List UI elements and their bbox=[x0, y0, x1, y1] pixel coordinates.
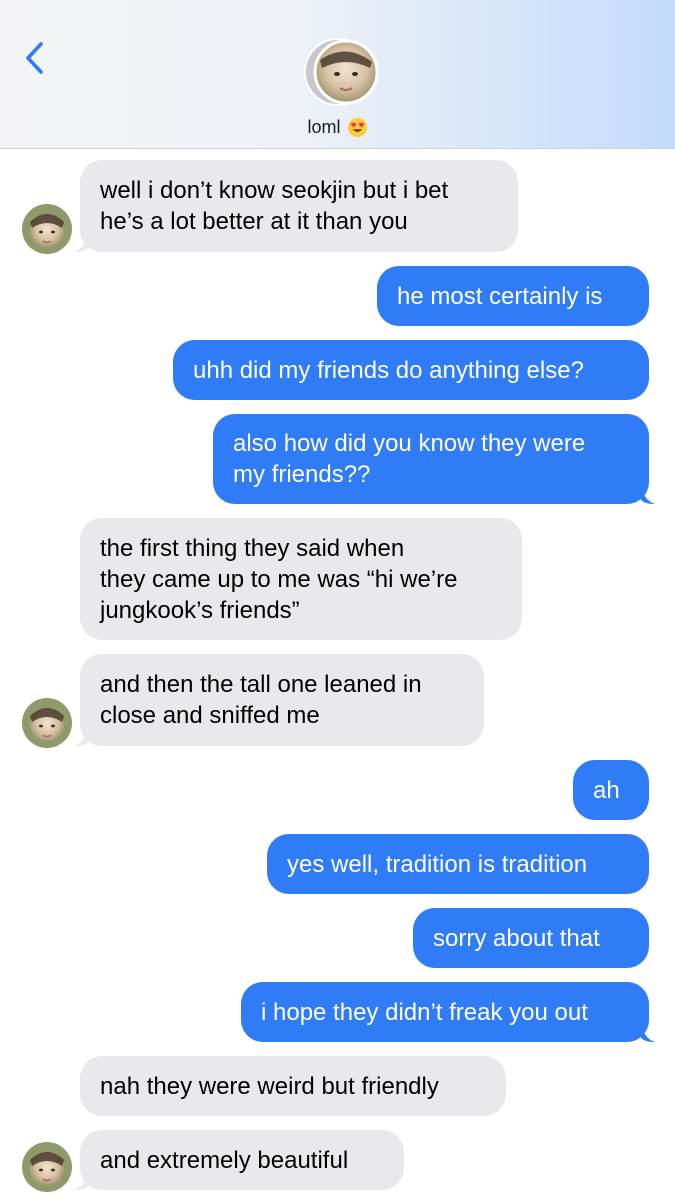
message-text-line: also how did you know they were bbox=[233, 430, 586, 457]
received-message-bubble[interactable]: and then the tall one leaned in close and… bbox=[74, 654, 484, 746]
message-text-line: they came up to me was “hi we’re bbox=[100, 565, 458, 593]
message-text-line: my friends?? bbox=[233, 461, 371, 488]
message-text-line: well i don’t know seokjin but i bet bbox=[100, 177, 449, 204]
message-text-line: he most certainly is bbox=[397, 282, 603, 310]
sent-message-bubble[interactable]: yes well, tradition is tradition bbox=[267, 834, 649, 894]
bubble-tail bbox=[641, 1022, 655, 1042]
bubble-tail bbox=[641, 484, 655, 504]
contact-avatar-small[interactable] bbox=[22, 204, 72, 254]
received-message-bubble[interactable]: well i don’t know seokjin but i bet he’s … bbox=[74, 160, 518, 252]
message-thread: well i don’t know seokjin but i bet he’s … bbox=[0, 148, 675, 1200]
sent-message-bubble[interactable]: sorry about that bbox=[413, 908, 649, 968]
message-text-line: jungkook’s friends” bbox=[100, 596, 300, 624]
conversation-header: loml bbox=[0, 0, 675, 149]
message-text-line: he’s a lot better at it than you bbox=[100, 208, 408, 235]
contact-avatar[interactable] bbox=[296, 38, 380, 106]
received-message-bubble[interactable]: nah they were weird but friendly bbox=[80, 1056, 506, 1116]
message-text-line: and extremely beautiful bbox=[100, 1146, 349, 1174]
back-button[interactable] bbox=[16, 38, 52, 78]
message-text-line: sorry about that bbox=[433, 924, 600, 952]
received-message-bubble[interactable]: and extremely beautiful bbox=[74, 1130, 404, 1190]
heart-eyes-emoji-icon bbox=[347, 117, 367, 137]
bubble-tail bbox=[74, 232, 88, 252]
message-text-line: and then the tall one leaned in bbox=[100, 671, 422, 698]
received-message-bubble[interactable]: the first thing they said when they came … bbox=[80, 518, 522, 640]
chevron-left-icon bbox=[26, 42, 43, 74]
sent-message-bubble[interactable]: i hope they didn’t freak you out bbox=[241, 982, 655, 1042]
contact-name-row[interactable]: loml bbox=[0, 114, 675, 140]
sent-message-bubble[interactable]: uhh did my friends do anything else? bbox=[173, 340, 649, 400]
message-text-line: uhh did my friends do anything else? bbox=[193, 356, 584, 384]
message-text-line: close and sniffed me bbox=[100, 702, 320, 729]
contact-avatar-small[interactable] bbox=[22, 1142, 72, 1192]
message-text-line: nah they were weird but friendly bbox=[100, 1072, 439, 1100]
sent-message-bubble[interactable]: he most certainly is bbox=[377, 266, 649, 326]
message-text-line: ah bbox=[593, 776, 620, 804]
contact-name: loml bbox=[307, 116, 341, 137]
sent-message-bubble[interactable]: also how did you know they were my friend… bbox=[213, 414, 655, 504]
bubble-tail bbox=[74, 726, 88, 746]
bubble-tail bbox=[74, 1170, 88, 1190]
sent-message-bubble[interactable]: ah bbox=[573, 760, 649, 820]
message-text-line: the first thing they said when bbox=[100, 534, 405, 562]
message-text-line: i hope they didn’t freak you out bbox=[261, 998, 588, 1026]
contact-avatar-small[interactable] bbox=[22, 698, 72, 748]
message-text-line: yes well, tradition is tradition bbox=[287, 850, 588, 878]
